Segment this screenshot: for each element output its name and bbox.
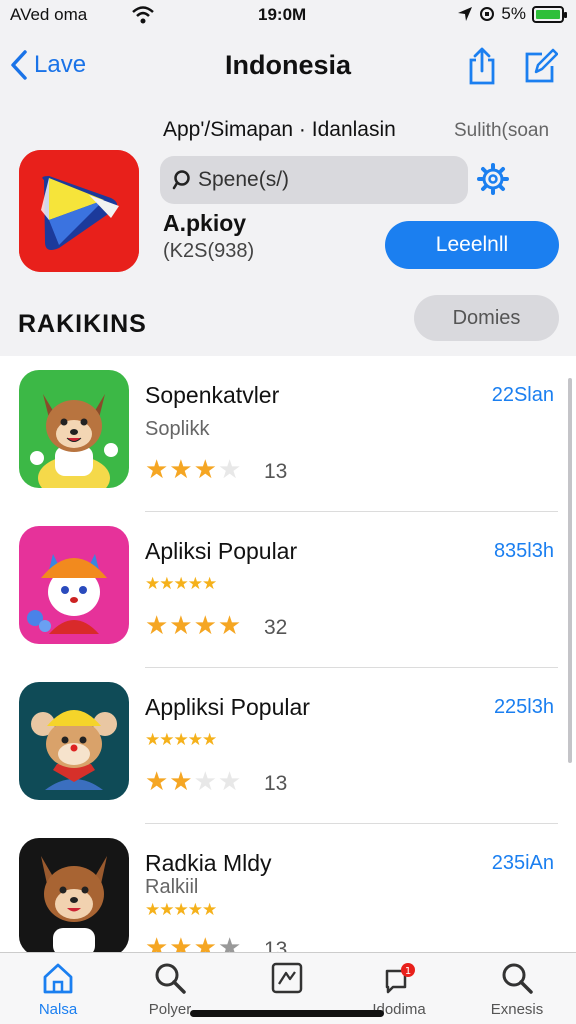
location-icon [458, 7, 473, 21]
home-icon [43, 963, 73, 994]
compose-button[interactable] [522, 46, 559, 86]
rating-count: 32 [264, 616, 288, 639]
app-title: Apliksi Popular [145, 538, 298, 564]
app-icon [19, 682, 129, 800]
share-icon [469, 47, 495, 85]
app-name: A.pkioy [163, 210, 247, 236]
search-icon [502, 963, 533, 994]
list-item[interactable]: Appliksi Popular ★★★★★ ★★★★ 13 225l3h [0, 668, 576, 824]
list-item[interactable]: Sopenkatvler Soplikk ★★★★ 13 22Slan [0, 356, 576, 512]
small-star-rating: ★★★★★ [145, 730, 217, 749]
nav-bar: Lave Indonesia [0, 36, 576, 96]
small-star-rating: ★★★★★ [145, 900, 217, 919]
rating-count: 13 [264, 460, 288, 483]
app-icon [19, 526, 129, 644]
list-item[interactable]: Radkia Mldy Ralkiil ★★★★★ ★★★★ 13 235iAn [0, 824, 576, 952]
app-list[interactable]: Sopenkatvler Soplikk ★★★★ 13 22Slan Apli… [0, 356, 576, 952]
download-button[interactable]: Leeelnll [385, 221, 559, 269]
app-title: Sopenkatvler [145, 382, 280, 408]
more-button[interactable]: Domies [414, 295, 559, 341]
status-bar: AVed oma 19:0M 5% [0, 0, 576, 32]
tab-explore[interactable]: Exnesis [462, 961, 572, 1024]
small-star-rating: ★★★★★ [145, 574, 217, 593]
svg-text:1: 1 [405, 966, 411, 977]
list-item[interactable]: Apliksi Popular ★★★★★ ★★★★ 32 835l3h [0, 512, 576, 668]
header-subtitle: App'/Simapan · Idanlasin [163, 118, 396, 141]
app-title: Radkia Mldy [145, 850, 272, 876]
star-rating: ★★★★ [145, 932, 243, 952]
app-time: 235iAn [491, 852, 554, 874]
settings-button[interactable] [476, 160, 510, 198]
notification-icon: 1 [385, 963, 415, 994]
chart-icon [271, 962, 303, 994]
search-placeholder: Spene(s/) [198, 168, 290, 191]
tab-home[interactable]: Nalsa [3, 961, 113, 1024]
star-rating: ★★★★ [145, 454, 243, 484]
compose-icon [525, 48, 559, 83]
app-time: 22Slan [491, 384, 554, 406]
app-time: 835l3h [493, 540, 554, 562]
battery-icon [532, 5, 567, 23]
clock: 19:0M [258, 5, 307, 24]
app-subtitle: Soplikk [145, 418, 210, 440]
status-indicators: 5% [457, 4, 567, 24]
app-title: Appliksi Popular [145, 694, 310, 720]
rotation-lock-icon [480, 7, 495, 21]
app-subtitle: Ralkiil [145, 876, 199, 898]
star-rating: ★★★★ [145, 766, 243, 796]
search-input[interactable]: Spene(s/) [160, 156, 468, 204]
battery-percent: 5% [501, 4, 526, 23]
gear-icon [477, 163, 509, 195]
search-icon [172, 170, 190, 190]
app-icon [19, 370, 129, 488]
share-button[interactable] [465, 46, 501, 86]
tab-label: Nalsa [38, 1001, 78, 1018]
star-rating: ★★★★ [145, 610, 243, 640]
home-indicator[interactable] [190, 1010, 384, 1017]
app-review-count: (K2S(938) [163, 240, 255, 262]
wifi-icon [132, 6, 154, 24]
search-icon [155, 963, 186, 994]
app-time: 225l3h [493, 696, 554, 718]
carrier-label: AVed oma [10, 5, 88, 24]
header-side-label[interactable]: Sulith(soan [454, 120, 549, 142]
scrollbar[interactable] [568, 378, 572, 763]
tab-label: Exnesis [490, 1001, 544, 1018]
rating-count: 13 [264, 772, 288, 795]
section-title: RAKIKINS [18, 310, 147, 338]
app-icon [19, 838, 129, 952]
app-icon [19, 150, 139, 272]
rating-count: 13 [264, 938, 288, 952]
